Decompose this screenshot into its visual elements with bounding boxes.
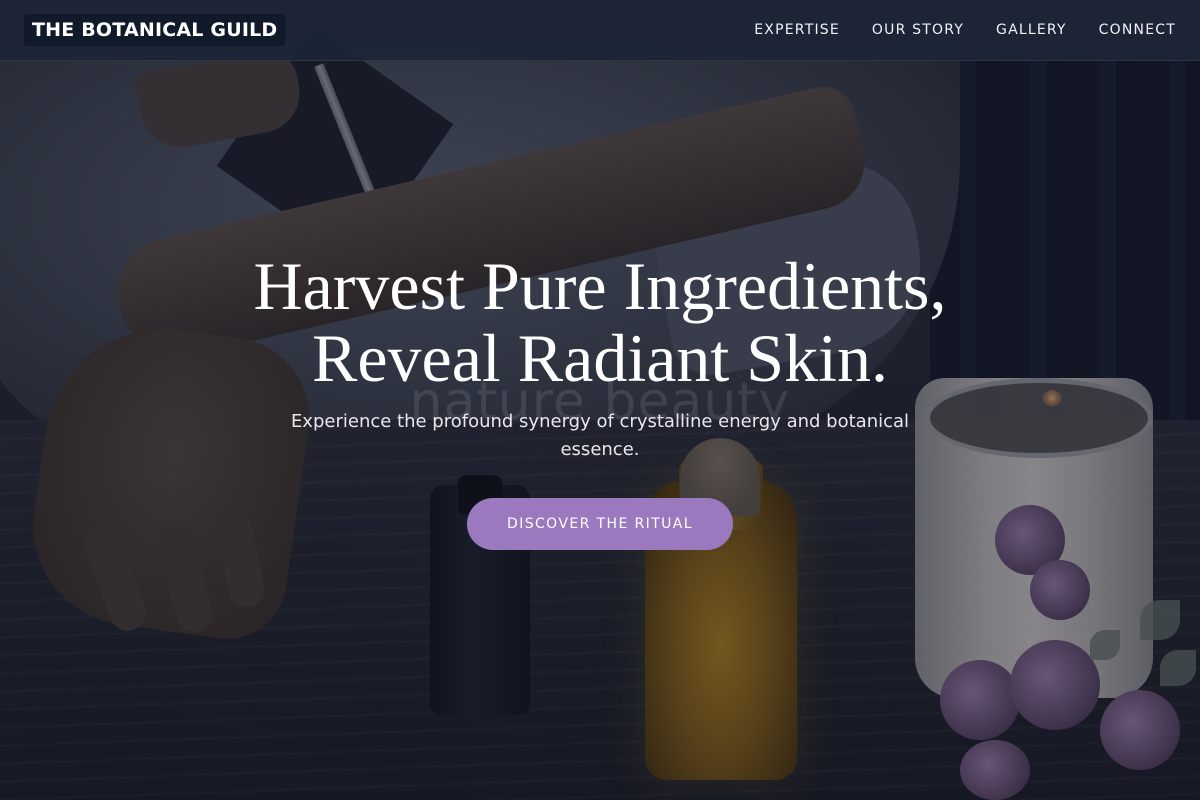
nav-link-gallery[interactable]: GALLERY <box>996 22 1067 38</box>
nav-link-expertise[interactable]: EXPERTISE <box>754 22 840 38</box>
nav-link-connect[interactable]: CONNECT <box>1099 22 1176 38</box>
main-nav: EXPERTISE OUR STORY GALLERY CONNECT <box>754 22 1176 38</box>
navbar: THE BOTANICAL GUILD EXPERTISE OUR STORY … <box>0 0 1200 61</box>
hero-section: nature beauty Harvest Pure Ingredients, … <box>0 0 1200 800</box>
discover-ritual-button[interactable]: DISCOVER THE RITUAL <box>467 498 733 550</box>
headline-line-1: Harvest Pure Ingredients, <box>253 248 947 324</box>
headline-line-2: Reveal Radiant Skin. <box>311 320 888 396</box>
brand-logo[interactable]: THE BOTANICAL GUILD <box>24 14 286 46</box>
hero-subtitle: Experience the profound synergy of cryst… <box>290 411 910 460</box>
nav-link-our-story[interactable]: OUR STORY <box>872 22 964 38</box>
hero-content: Harvest Pure Ingredients, Reveal Radiant… <box>0 250 1200 550</box>
hero-headline: Harvest Pure Ingredients, Reveal Radiant… <box>0 250 1200 394</box>
